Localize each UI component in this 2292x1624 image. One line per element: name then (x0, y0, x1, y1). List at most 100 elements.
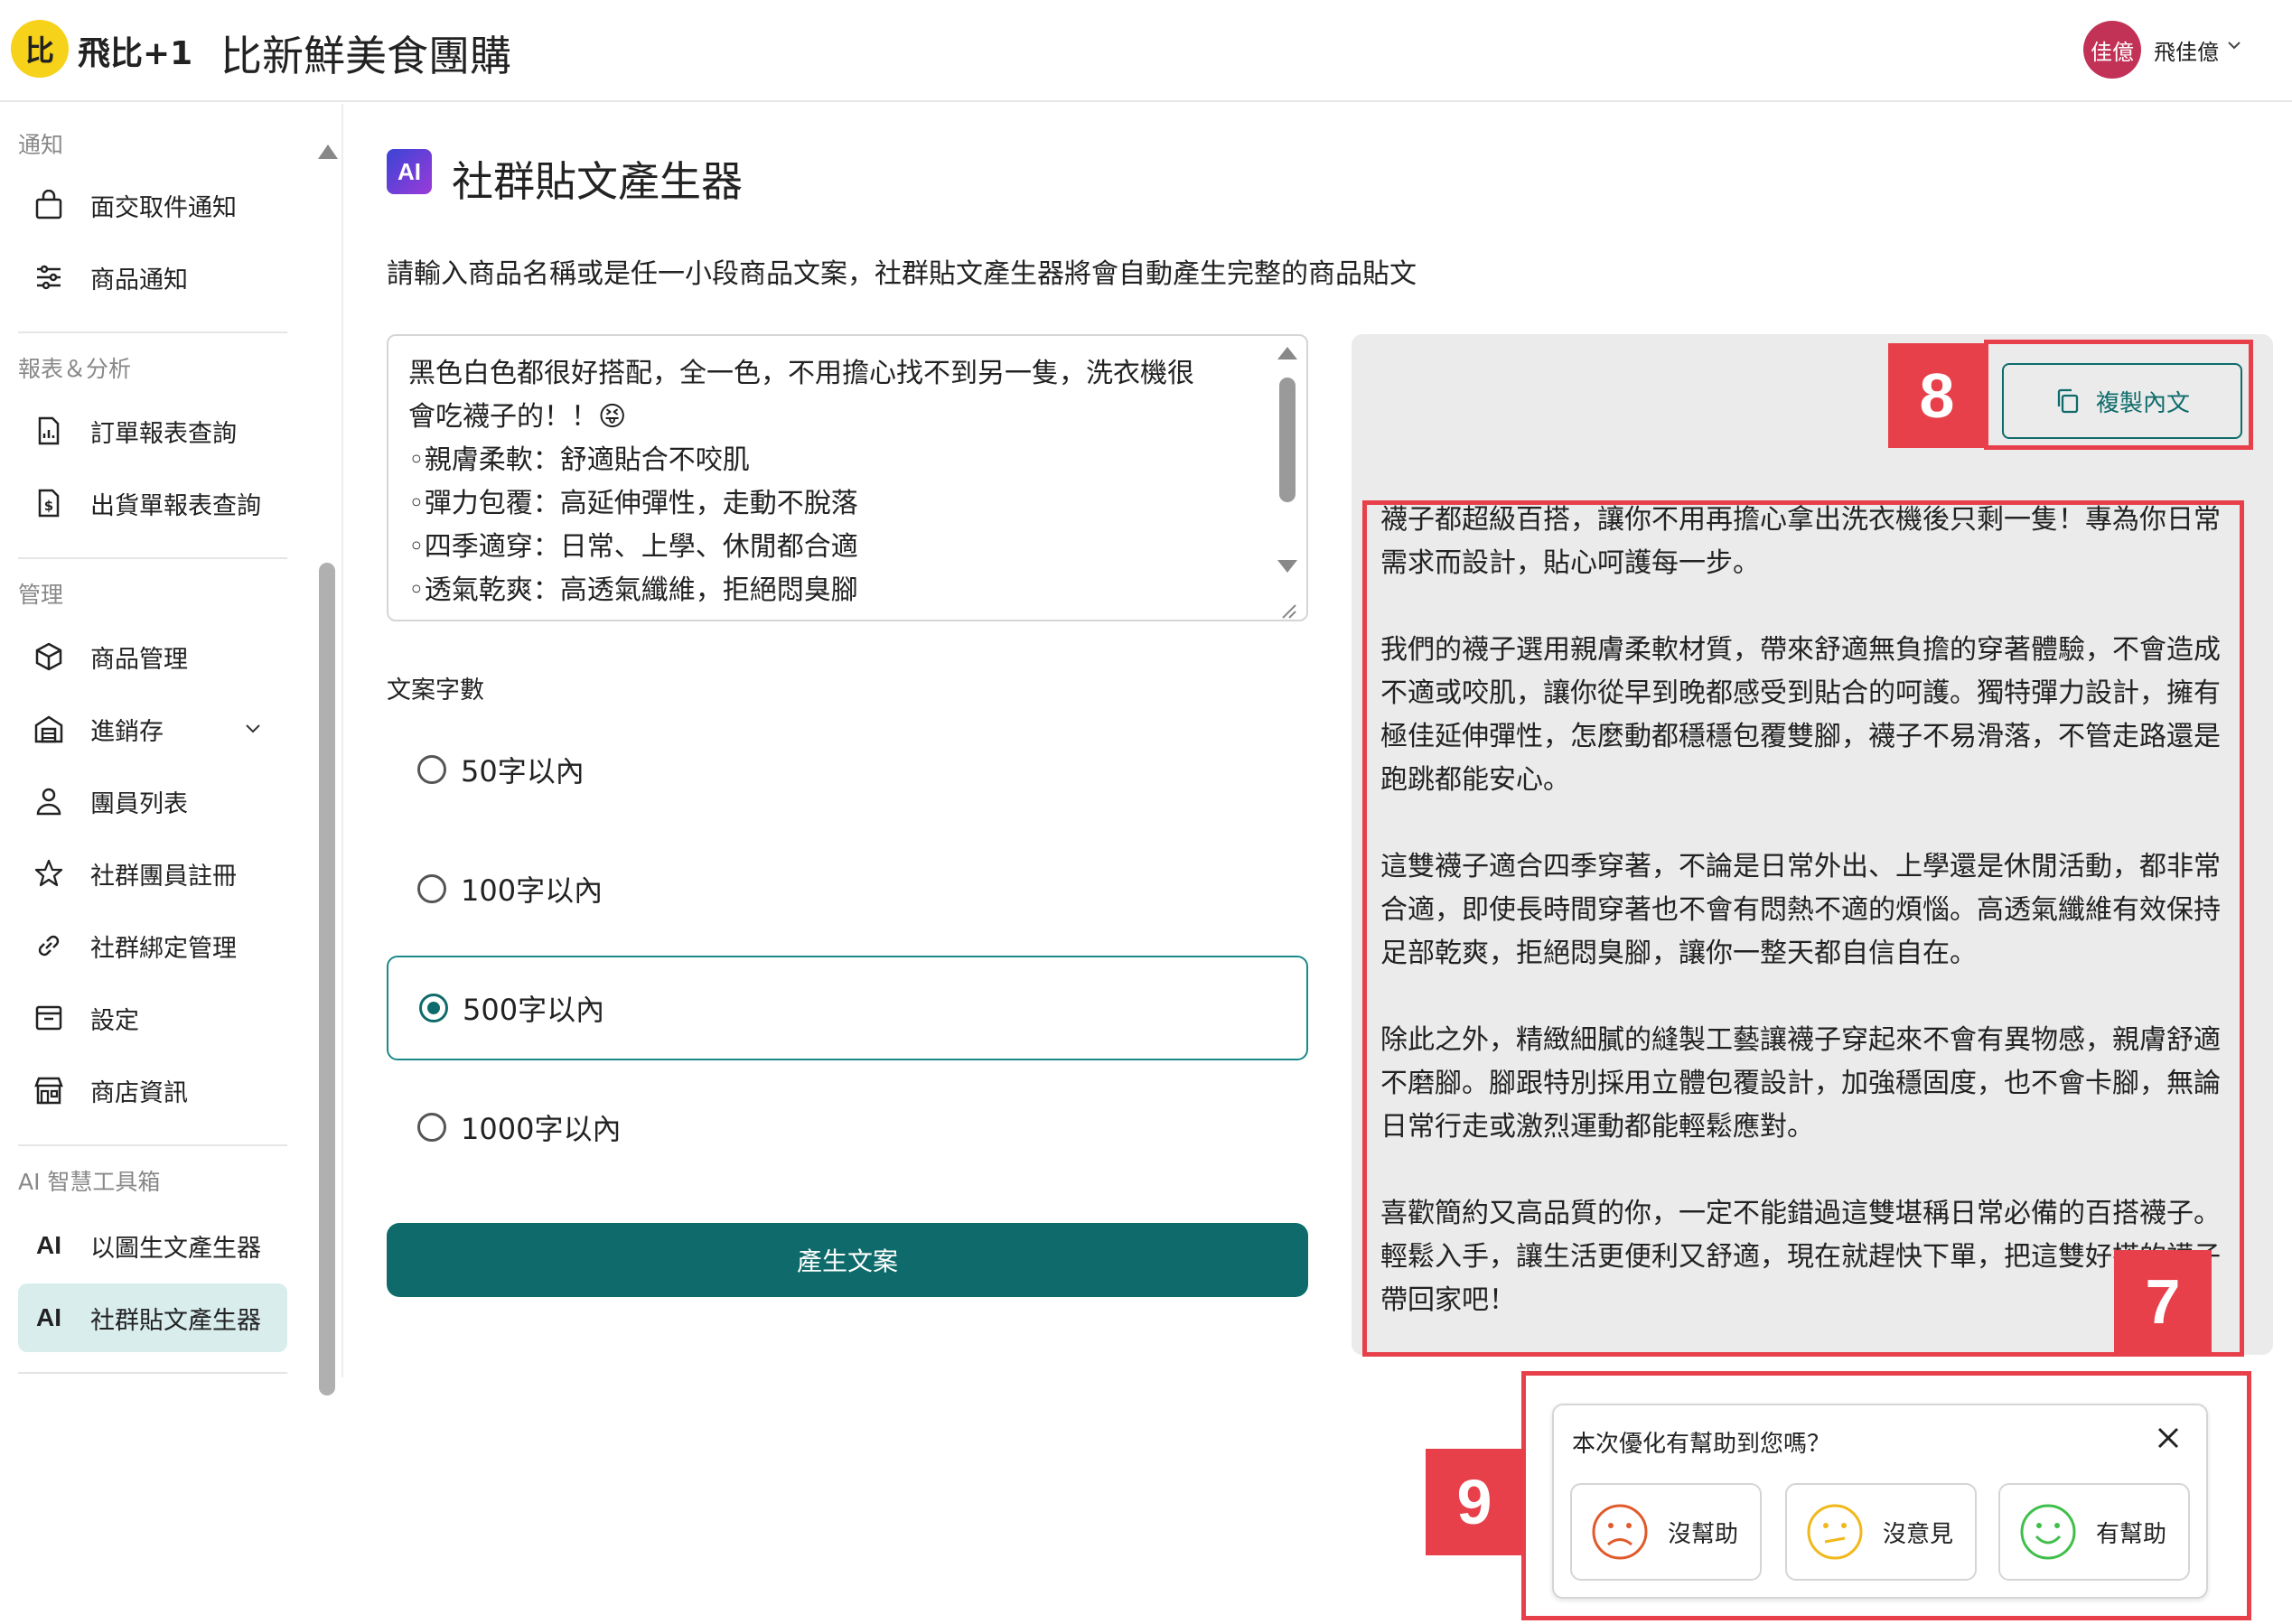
resize-handle-icon[interactable] (1276, 598, 1297, 620)
section-notify: 通知 (18, 132, 64, 158)
section-reports: 報表＆分析 (18, 356, 132, 382)
user-name[interactable]: 飛佳億 (2154, 34, 2219, 66)
chevron-down-icon[interactable] (2227, 38, 2241, 52)
sidebar-item-label: 社群貼文產生器 (90, 1306, 261, 1335)
svg-text:$: $ (44, 498, 53, 514)
sidebar-item-label: 以圖生文產生器 (90, 1234, 261, 1263)
inbox-icon (31, 1000, 67, 1036)
sidebar-item-label: 設定 (90, 1006, 139, 1035)
textarea-line: ◦透氣乾爽：高透氣纖維，拒絕悶臭腳 (408, 574, 858, 606)
feedback-neutral-button[interactable]: 沒意見 (1785, 1483, 1977, 1581)
annotation-box-output (1362, 500, 2244, 1357)
textarea-line: 黑色白色都很好搭配，全一色，不用擔心找不到另一隻，洗衣機很 (408, 358, 1194, 389)
sidebar-item-pickup-notice[interactable]: 面交取件通知 (18, 171, 287, 239)
option-100[interactable]: 100字以內 (387, 836, 1308, 941)
feedback-helpful-button[interactable]: 有幫助 (1998, 1483, 2190, 1581)
sidebar-item-product-manage[interactable]: 商品管理 (18, 622, 287, 691)
sidebar-item-inventory[interactable]: 進銷存 (18, 695, 287, 763)
ai-icon: AI (36, 1231, 61, 1259)
feedback-label: 有幫助 (2096, 1520, 2167, 1548)
ai-icon: AI (36, 1303, 61, 1331)
neutral-face-icon (1807, 1504, 1863, 1560)
sidebar-item-store-info[interactable]: 商店資訊 (18, 1056, 287, 1125)
close-icon[interactable] (2156, 1425, 2181, 1451)
textarea-line: ◦彈力包覆：高延伸彈性，走動不脫落 (408, 488, 858, 519)
generate-copy-button[interactable]: 產生文案 (387, 1223, 1308, 1297)
happy-face-icon (2020, 1504, 2076, 1560)
sidebar-item-settings[interactable]: 設定 (18, 984, 287, 1052)
annotation-number: 8 (1888, 343, 1986, 448)
sidebar-item-member-list[interactable]: 團員列表 (18, 767, 287, 835)
sidebar: 通知 面交取件通知 商品通知 報表＆分析 訂單報表查詢 $ 出貨單報表查詢 管理… (0, 104, 343, 1395)
sidebar-item-label: 訂單報表查詢 (90, 419, 237, 448)
sidebar-divider (18, 557, 287, 559)
sad-face-icon (1592, 1504, 1648, 1560)
option-500[interactable]: 500字以內 (387, 956, 1308, 1060)
textarea-scrollbar-thumb[interactable] (1279, 378, 1296, 502)
section-manage: 管理 (18, 582, 64, 608)
feedback-not-helpful-button[interactable]: 沒幫助 (1570, 1483, 1762, 1581)
sidebar-item-member-register[interactable]: 社群團員註冊 (18, 839, 287, 908)
feedback-question: 本次優化有幫助到您嗎？ (1572, 1431, 1831, 1458)
page-title: 社群貼文產生器 (452, 157, 743, 206)
product-copy-textarea[interactable]: 黑色白色都很好搭配，全一色，不用擔心找不到另一隻，洗衣機很 會吃襪子的！！😝 ◦… (387, 334, 1308, 621)
radio-label: 50字以內 (461, 754, 585, 789)
sidebar-item-image-copy-gen[interactable]: AI 以圖生文產生器 (18, 1211, 287, 1280)
brand-name: 飛比+1 (78, 35, 193, 72)
page-description: 請輸入商品名稱或是任一小段商品文案，社群貼文產生器將會自動產生完整的商品貼文 (387, 258, 1417, 290)
radio-button[interactable] (417, 755, 446, 784)
sliders-icon (31, 259, 67, 295)
textarea-line: 會吃襪子的！！😝 (408, 401, 627, 433)
radio-label: 1000字以內 (461, 1112, 622, 1146)
star-icon (31, 855, 67, 891)
sidebar-item-label: 商店資訊 (90, 1078, 188, 1107)
store-icon (31, 1072, 67, 1108)
sidebar-item-community-binding[interactable]: 社群綁定管理 (18, 911, 287, 980)
radio-button-selected[interactable] (419, 994, 448, 1022)
cube-icon (31, 639, 67, 675)
ai-badge-icon: AI (387, 149, 432, 194)
radio-button[interactable] (417, 1113, 446, 1142)
store-name: 比新鮮美食團購 (220, 32, 511, 80)
annotation-box-copy (1984, 340, 2253, 450)
radio-button[interactable] (417, 874, 446, 903)
sidebar-item-label: 商品通知 (90, 266, 188, 294)
warehouse-icon (31, 711, 67, 747)
sidebar-divider (18, 1372, 287, 1374)
sidebar-item-label: 社群綁定管理 (90, 934, 237, 963)
sidebar-item-social-post-gen[interactable]: AI 社群貼文產生器 (18, 1283, 287, 1352)
sidebar-item-shipping-report[interactable]: $ 出貨單報表查詢 (18, 469, 287, 537)
scroll-down-arrow-icon[interactable] (1277, 560, 1297, 573)
report-chart-icon (31, 413, 67, 449)
option-50[interactable]: 50字以內 (387, 717, 1308, 822)
sidebar-item-label: 面交取件通知 (90, 193, 237, 222)
radio-label: 100字以內 (461, 873, 603, 908)
textarea-line: ◦親膚柔軟：舒適貼合不咬肌 (408, 444, 750, 476)
option-1000[interactable]: 1000字以內 (387, 1075, 1308, 1180)
dollar-document-icon: $ (31, 485, 67, 521)
sidebar-item-order-report[interactable]: 訂單報表查詢 (18, 397, 287, 465)
sidebar-item-label: 社群團員註冊 (90, 862, 237, 891)
brand-logo-icon[interactable]: 比 (11, 20, 69, 78)
scroll-up-arrow-icon[interactable] (318, 145, 338, 159)
sidebar-item-label: 出貨單報表查詢 (90, 491, 261, 520)
shopping-bag-icon (31, 187, 67, 223)
feedback-label: 沒意見 (1883, 1520, 1954, 1548)
user-icon (31, 783, 67, 819)
sidebar-divider (18, 1144, 287, 1146)
annotation-number: 9 (1426, 1449, 1523, 1555)
chevron-down-icon[interactable] (246, 722, 260, 736)
scroll-up-arrow-icon[interactable] (1277, 347, 1297, 359)
link-icon (31, 928, 67, 964)
word-count-label: 文案字數 (387, 677, 484, 705)
feedback-label: 沒幫助 (1668, 1520, 1739, 1548)
user-avatar[interactable]: 佳億 (2083, 21, 2141, 79)
sidebar-item-label: 商品管理 (90, 645, 188, 674)
sidebar-divider (18, 331, 287, 333)
sidebar-item-product-notice[interactable]: 商品通知 (18, 243, 287, 312)
annotation-number: 7 (2114, 1250, 2212, 1353)
radio-label: 500字以內 (463, 993, 605, 1027)
sidebar-item-label: 進銷存 (90, 717, 164, 746)
section-ai: AI 智慧工具箱 (18, 1169, 161, 1195)
sidebar-scrollbar-thumb[interactable] (319, 563, 335, 1395)
